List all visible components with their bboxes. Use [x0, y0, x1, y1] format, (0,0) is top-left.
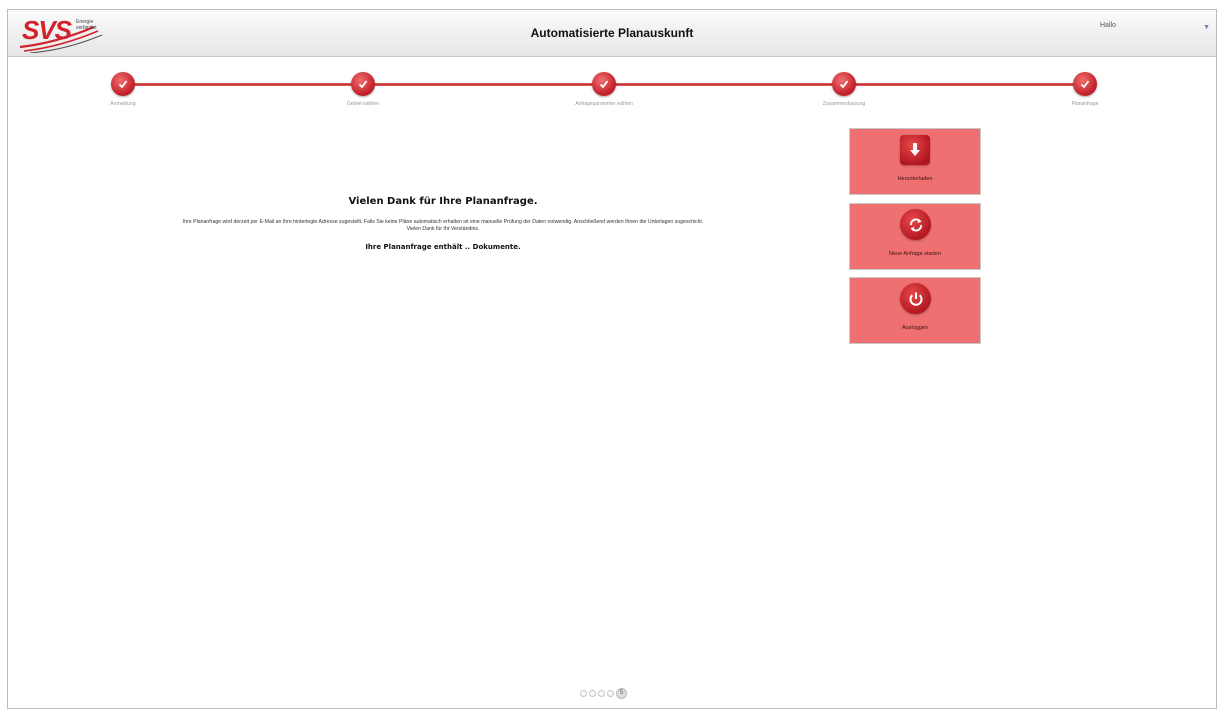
- confirmation-text-line: Vielen Dank für Ihr Verständnis.: [406, 226, 480, 232]
- check-icon: [832, 72, 856, 96]
- page-dot[interactable]: [589, 689, 596, 697]
- confirmation-text-line: Ihre Plananfrage wird derzeit per E-Mail…: [182, 219, 704, 225]
- check-icon: [592, 72, 616, 96]
- step-gebiet-waehlen: Gebiet wählen: [303, 72, 423, 107]
- logout-button-label: Ausloggen: [902, 325, 928, 331]
- check-icon: [351, 72, 375, 96]
- chevron-down-icon[interactable]: ▼: [1203, 24, 1210, 31]
- step-label: Plananfrage: [1071, 101, 1099, 107]
- page-dot[interactable]: [598, 689, 605, 697]
- app-window: SVS Energie verbindet Automatisierte Pla…: [7, 9, 1217, 709]
- download-icon: [900, 135, 930, 165]
- user-menu[interactable]: Hallo ▼: [1100, 22, 1210, 40]
- refresh-icon: [900, 209, 931, 240]
- download-button[interactable]: Herunterladen: [849, 128, 981, 195]
- check-icon: [111, 72, 135, 96]
- step-anfrageparameter: Anfrageparameter wählen: [544, 72, 664, 107]
- download-button-label: Herunterladen: [897, 176, 933, 182]
- documents-count-note: Ihre Plananfrage enthält .. Dokumente.: [365, 243, 521, 251]
- user-greeting: Hallo: [1100, 22, 1116, 29]
- power-icon: [900, 283, 931, 314]
- confirmation-title: Vielen Dank für Ihre Plananfrage.: [348, 196, 538, 207]
- page-dot[interactable]: [607, 689, 614, 697]
- step-label: Gebiet wählen: [347, 101, 379, 107]
- check-icon: [1073, 72, 1097, 96]
- new-request-button-label: Neue Anfrage starten: [889, 251, 941, 257]
- step-plananfrage: Plananfrage: [1025, 72, 1145, 107]
- confirmation-text: Ihre Plananfrage wird derzeit per E-Mail…: [48, 219, 838, 233]
- new-request-button[interactable]: Neue Anfrage starten: [849, 203, 981, 270]
- step-label: Anmeldung: [110, 101, 136, 107]
- app-title: Automatisierte Planauskunft: [530, 26, 694, 40]
- step-label: Zusammenfassung: [822, 101, 866, 107]
- logout-button[interactable]: Ausloggen: [849, 277, 981, 344]
- page-indicator: 5: [580, 687, 627, 699]
- confirmation-message: Vielen Dank für Ihre Plananfrage. Ihre P…: [48, 196, 838, 251]
- app-header: SVS Energie verbindet Automatisierte Pla…: [8, 10, 1216, 57]
- progress-stepper: Anmeldung Gebiet wählen Anfrageparameter…: [8, 58, 1216, 118]
- page-dot[interactable]: [580, 689, 587, 697]
- page-dot-active[interactable]: 5: [616, 687, 627, 699]
- step-anmeldung: Anmeldung: [63, 72, 183, 107]
- step-label: Anfrageparameter wählen: [575, 101, 633, 107]
- step-zusammenfassung: Zusammenfassung: [784, 72, 904, 107]
